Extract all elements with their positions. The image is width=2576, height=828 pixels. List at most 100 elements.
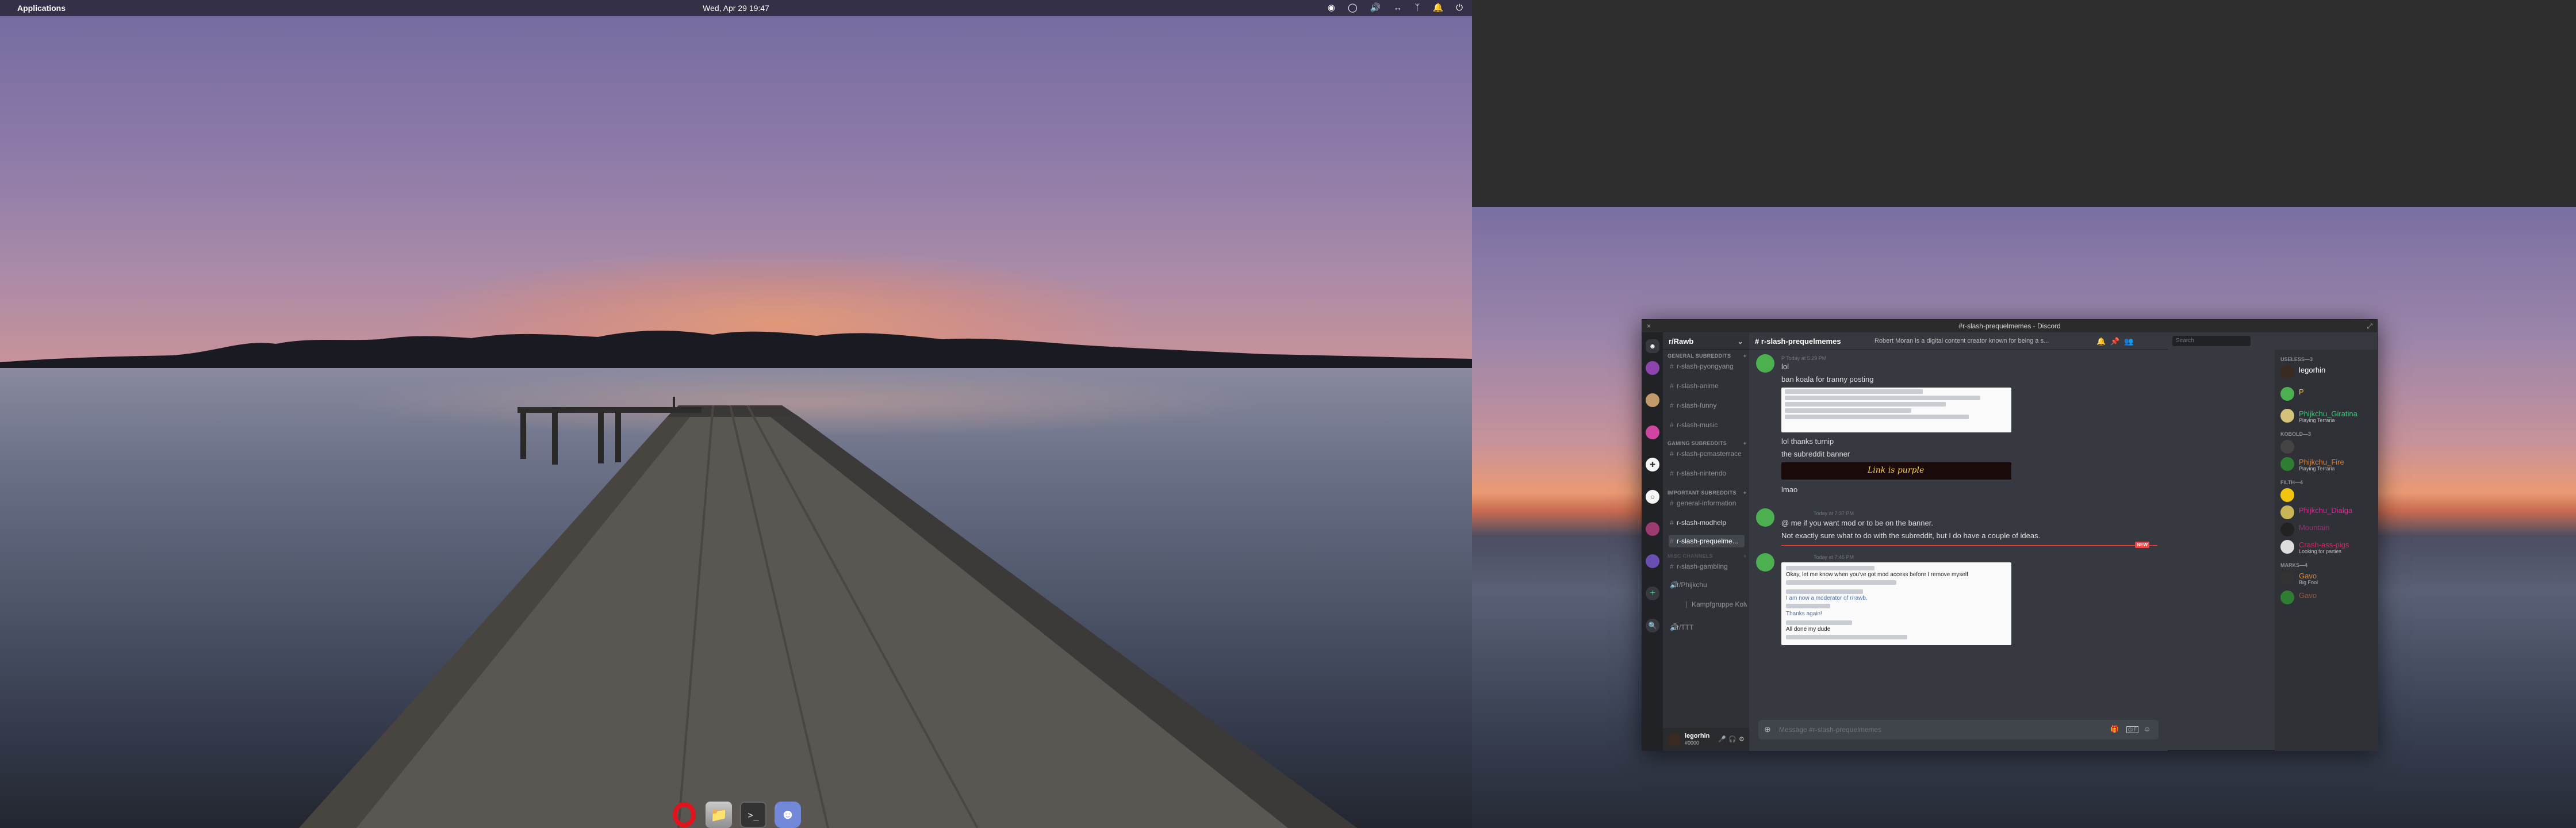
member-item[interactable]: ​ (2280, 486, 2377, 504)
channel-topic[interactable]: Robert Moran is a digital content creato… (1874, 338, 2087, 344)
category-other[interactable]: MISC CHANNELS + (1667, 553, 1746, 559)
upload-plus-icon[interactable]: ⊕ (1764, 724, 1771, 734)
add-channel-icon[interactable]: + (1743, 440, 1747, 446)
new-messages-divider: NEW (1781, 542, 2157, 548)
volume-icon[interactable]: 🔊 (1370, 2, 1381, 13)
message-composer[interactable]: ⊕ Message #r-slash-prequelmemes 🎁 GIF ☺ (1758, 720, 2159, 739)
member-category: KOBOLD—3 (2280, 431, 2312, 437)
chevron-down-icon[interactable]: ⌄ (1737, 337, 1743, 346)
channel-item[interactable]: # r-slash-gambling (1669, 560, 1745, 573)
banner-image-attachment[interactable]: Link is purple (1781, 462, 2011, 480)
search-input[interactable]: Search (2172, 336, 2251, 346)
avatar (2280, 591, 2294, 604)
member-item[interactable]: Phijkchu_Giratina Playing Terraria (2280, 407, 2377, 424)
message-text: ban koala for tranny posting (1781, 375, 1874, 384)
folder-icon: 📁 (710, 807, 727, 823)
voice-channel-item[interactable]: 🔊 r/Phijkchu (1669, 578, 1745, 591)
server-list: ☻ ✚ ○ + 🔍 (1642, 332, 1663, 751)
username: legorhin (1685, 733, 1710, 739)
avatar (2280, 440, 2294, 454)
channel-title: # r-slash-prequelmemes (1755, 337, 1841, 346)
dock-opera-browser[interactable] (671, 802, 697, 828)
settings-gear-icon[interactable]: ⚙ (1739, 735, 1745, 743)
avatar[interactable] (1756, 508, 1774, 527)
chat-header: # r-slash-prequelmemes Robert Moran is a… (1749, 332, 2251, 350)
avatar[interactable] (1667, 733, 1681, 746)
notification-bell-icon[interactable]: 🔔 (2096, 337, 2106, 346)
hashtag-icon: # (1755, 337, 1759, 346)
steam-icon[interactable]: ◯ (1348, 2, 1358, 13)
member-item[interactable]: P (2280, 385, 2377, 402)
channel-item[interactable]: # r-slash-modhelp (1669, 516, 1745, 529)
member-item[interactable]: Mountain (2280, 521, 2377, 538)
member-item[interactable]: Crash-ass-pigs Looking for parties (2280, 538, 2377, 555)
image-attachment[interactable] (1781, 388, 2011, 432)
avatar[interactable] (1756, 354, 1774, 373)
server-icon[interactable] (1646, 361, 1659, 375)
maximize-icon[interactable]: ⤢ (2367, 320, 2372, 332)
member-item[interactable]: legorhin (2280, 363, 2377, 381)
notifications-icon[interactable]: 🔔 (1432, 2, 1443, 13)
gif-icon[interactable]: GIF (2126, 726, 2138, 733)
add-channel-icon[interactable]: + (1743, 553, 1747, 559)
panel-clock[interactable]: Wed, Apr 29 19:47 (702, 3, 770, 13)
member-item[interactable]: Phijkchu_Fire Playing Terraria (2280, 455, 2377, 473)
category-general[interactable]: GENERAL SUBREDDITS + (1667, 353, 1746, 359)
dock-discord[interactable]: ☻ (775, 802, 801, 828)
channel-item[interactable]: # r-slash-pcmasterrace (1669, 447, 1745, 460)
power-icon[interactable]: ⏻ (1456, 3, 1463, 13)
dock-files[interactable]: 📁 (706, 802, 732, 828)
dock-terminal[interactable]: >_ (740, 802, 766, 828)
member-category: MARKS—4 (2280, 562, 2308, 568)
server-header[interactable]: r/Rawb ⌄ (1663, 332, 1749, 350)
applications-menu[interactable]: Applications (17, 3, 66, 13)
explore-servers-icon[interactable]: 🔍 (1646, 619, 1659, 632)
channel-item[interactable]: # r-slash-funny (1669, 399, 1745, 412)
add-channel-icon[interactable]: + (1743, 353, 1747, 359)
member-item[interactable]: ​ (2280, 438, 2377, 455)
window-titlebar[interactable]: × #r-slash-prequelmemes - Discord ⤢ (1642, 320, 2377, 332)
discord-window: × #r-slash-prequelmemes - Discord ⤢ ☻ ✚ … (1642, 319, 2378, 751)
channel-item[interactable]: # r-slash-music (1669, 419, 1745, 431)
member-name: legorhin (2299, 366, 2326, 374)
microphone-icon[interactable]: 🎤 (1718, 735, 1726, 743)
channel-item-active[interactable]: # r-slash-prequelme... (1669, 535, 1745, 547)
channel-item[interactable]: # r-slash-pyongyang (1669, 360, 1745, 373)
emoji-icon[interactable]: ☺ (2144, 725, 2150, 733)
server-icon[interactable] (1646, 393, 1659, 407)
discord-icon[interactable]: ◉ (1328, 2, 1335, 13)
category-important[interactable]: IMPORTANT SUBREDDITS + (1667, 490, 1746, 496)
voice-user-item[interactable]: ∣Kampfgruppe Kolwadi (1684, 598, 1747, 611)
headphones-icon[interactable]: 🎧 (1728, 735, 1736, 743)
member-list-icon[interactable]: 👥 (2124, 337, 2133, 346)
member-item[interactable]: Gavo (2280, 589, 2377, 606)
server-icon[interactable] (1646, 554, 1659, 568)
member-item[interactable]: Gavo Big Fool (2280, 569, 2377, 586)
pin-icon[interactable]: 📌 (2110, 337, 2119, 346)
network-icon[interactable]: ↔ (1393, 3, 1402, 13)
channel-item[interactable]: # general-information (1669, 497, 1745, 509)
avatar (2280, 457, 2294, 471)
discord-home-icon[interactable]: ☻ (1646, 339, 1659, 353)
channel-item[interactable]: # r-slash-anime (1669, 379, 1745, 392)
server-icon[interactable] (1646, 522, 1659, 536)
add-channel-icon[interactable]: + (1743, 490, 1747, 496)
server-icon[interactable]: ✚ (1646, 458, 1659, 471)
member-item[interactable]: Phijkchu_Dialga (2280, 504, 2377, 521)
server-icon[interactable] (1646, 425, 1659, 439)
voice-channel-item[interactable]: 🔊 r/TTT (1669, 621, 1745, 634)
bluetooth-icon[interactable]: ᛉ (1414, 3, 1420, 13)
member-name: Gavo (2299, 572, 2317, 580)
member-name: Phijkchu_Fire (2299, 458, 2344, 466)
server-icon[interactable]: ○ (1646, 490, 1659, 504)
message-input-placeholder[interactable]: Message #r-slash-prequelmemes (1779, 726, 1881, 734)
image-attachment[interactable]: Okay, let me know when you've got mod ac… (1781, 562, 2011, 645)
avatar[interactable] (1756, 553, 1774, 572)
gift-icon[interactable]: 🎁 (2110, 725, 2119, 733)
avatar (2280, 365, 2294, 379)
category-gaming[interactable]: GAMING SUBREDDITS + (1667, 440, 1746, 446)
channel-item[interactable]: # r-slash-nintendo (1669, 467, 1745, 480)
add-server-icon[interactable]: + (1646, 586, 1659, 600)
close-icon[interactable]: × (1647, 320, 1651, 332)
message-text: lmao (1781, 485, 1798, 494)
